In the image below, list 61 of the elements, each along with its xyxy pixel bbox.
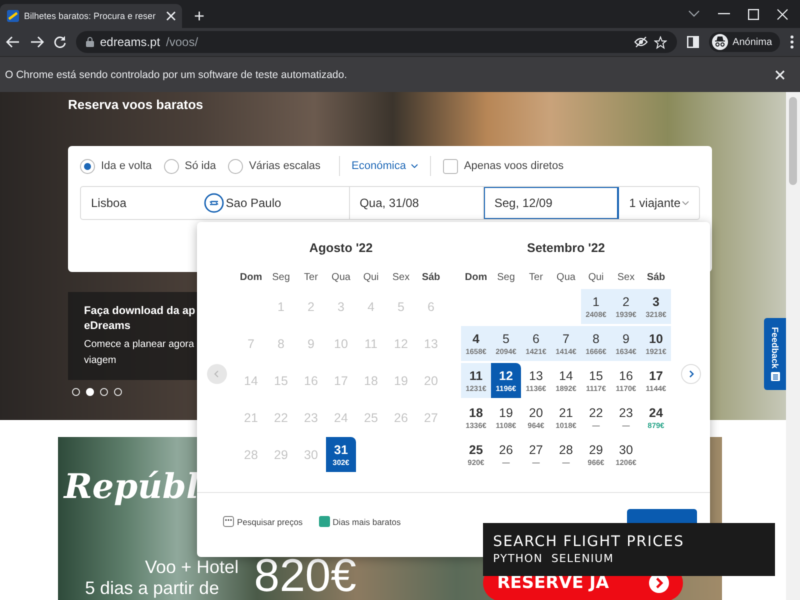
unavailable-date: 9 — [306, 336, 316, 352]
unavailable-date: 8 — [276, 336, 286, 352]
unavailable-date: 1 — [276, 298, 286, 316]
unavailable-date: 10 — [333, 336, 349, 352]
unavailable-date: 19 — [393, 372, 409, 390]
tab-title: Bilhetes baratos: Procura e reser — [24, 11, 157, 21]
unavailable-date: 2 — [306, 298, 316, 316]
unavailable-date: 16 — [303, 372, 319, 390]
unavailable-date: 20 — [423, 372, 439, 390]
banner-text: Voo + Hotel — [145, 557, 239, 577]
hero-heading: Reserva voos baratos — [68, 97, 204, 113]
banner-price: 820€ — [254, 550, 356, 600]
unavailable-date: 30 — [303, 446, 319, 464]
legend-label: Dias mais baratos — [332, 516, 401, 526]
weekday-label: Ter — [303, 272, 319, 282]
unavailable-date: 21 — [243, 410, 259, 426]
weekday-label: Qua — [330, 272, 352, 282]
weekday-label: Qua — [556, 272, 576, 282]
caption-title: SEARCH FLIGHT PRICES — [493, 533, 686, 551]
unavailable-date: 17 — [333, 372, 349, 390]
weekday-label: Sáb — [646, 272, 666, 282]
unavailable-date: 18 — [363, 372, 379, 390]
unavailable-date: 24 — [333, 410, 349, 426]
weekday-label: Dom — [464, 272, 488, 282]
unavailable-date: 27 — [423, 410, 439, 426]
unavailable-date: 3 — [336, 298, 346, 316]
unavailable-date: 7 — [246, 336, 256, 352]
unavailable-date: 25 — [363, 410, 379, 426]
unavailable-date: 6 — [426, 298, 436, 316]
month-title: Agosto '22 — [308, 240, 374, 257]
unavailable-date: 15 — [273, 372, 289, 390]
banner-title: Repúbl — [64, 467, 200, 507]
unavailable-date: 23 — [303, 410, 319, 426]
banner-text: 5 dias a partir de — [85, 578, 220, 598]
unavailable-date: 26 — [393, 410, 409, 426]
unavailable-date: 22 — [273, 410, 289, 426]
legend-label: Pesquisar preços — [237, 516, 303, 526]
unavailable-date: 5 — [396, 298, 406, 316]
unavailable-date: 4 — [366, 298, 376, 316]
unavailable-date: 13 — [423, 336, 439, 352]
unavailable-date: 11 — [364, 336, 378, 352]
promo-title: Faça download da ap eDreams — [84, 304, 196, 334]
weekday-label: Qui — [362, 272, 380, 282]
url-host: edreams.pt — [100, 35, 160, 49]
unavailable-date: 12 — [393, 336, 409, 352]
weekday-label: Qui — [587, 272, 605, 282]
weekday-label: Seg — [496, 272, 516, 282]
weekday-label: Dom — [238, 272, 264, 282]
infobar-message: O Chrome está sendo controlado por um software de teste automatizado. — [5, 68, 348, 80]
unavailable-date: 14 — [243, 372, 259, 390]
weekday-label: Sex — [391, 272, 411, 282]
weekday-label: Seg — [271, 272, 291, 282]
unavailable-date: 28 — [243, 446, 259, 464]
caption-subtitle: PYTHON SELENIUM — [493, 551, 615, 566]
url-path: /voos/ — [166, 35, 198, 49]
weekday-label: Sáb — [420, 272, 442, 282]
promo-text: Comece a planear agora viagem — [84, 338, 196, 368]
month-title: Setembro '22 — [526, 240, 606, 257]
weekday-label: Sex — [616, 272, 636, 282]
unavailable-date: 29 — [273, 446, 289, 464]
weekday-label: Ter — [528, 272, 544, 282]
